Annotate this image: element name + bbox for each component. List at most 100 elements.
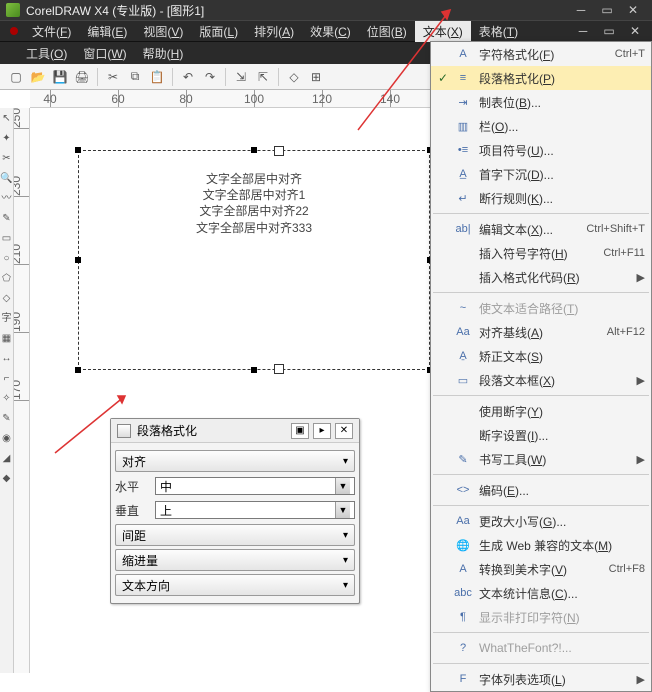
menuitem-段落格式化(P)[interactable]: ✓≡段落格式化(P)	[431, 66, 651, 90]
menu-1[interactable]: 编辑(E)	[79, 21, 135, 42]
handle-bl[interactable]	[75, 367, 81, 373]
handle-l[interactable]	[75, 257, 81, 263]
menuitem-插入符号字符(H)[interactable]: 插入符号字符(H)Ctrl+F11	[431, 241, 651, 265]
menuitem-更改大小写(G)...[interactable]: Aa更改大小写(G)...	[431, 509, 651, 533]
menuitem-label: 转换到美术字(V)	[479, 561, 609, 578]
undo-button[interactable]: ↶	[178, 67, 198, 87]
section-direction[interactable]: 文本方向▾	[115, 574, 355, 596]
new-button[interactable]: ▢	[6, 67, 26, 87]
zoom-tool[interactable]: 🔍	[1, 170, 13, 188]
menuitem-首字下沉(D)...[interactable]: A̲首字下沉(D)...	[431, 162, 651, 186]
section-align[interactable]: 对齐▾	[115, 450, 355, 472]
rect-tool[interactable]: ▭	[1, 230, 13, 248]
menuitem-生成 Web 兼容的文本(M)[interactable]: 🌐生成 Web 兼容的文本(M)	[431, 533, 651, 557]
crop-tool[interactable]: ✂	[1, 150, 13, 168]
docker-close[interactable]: ✕	[335, 423, 353, 439]
paste-button[interactable]: 📋	[147, 67, 167, 87]
dimension-tool[interactable]: ↔	[1, 350, 13, 368]
close-button[interactable]: ✕	[620, 2, 646, 18]
frame-icon: ▭	[453, 372, 473, 388]
text-tool[interactable]: 字	[1, 310, 13, 328]
menuitem-插入格式化代码(R)[interactable]: 插入格式化代码(R)▶	[431, 265, 651, 289]
menuitem-label: 段落文本框(X)	[479, 372, 637, 389]
maximize-button[interactable]: ▭	[594, 2, 620, 18]
shape-tool[interactable]: ✦	[1, 130, 13, 148]
eyedropper-tool[interactable]: ✎	[1, 410, 13, 428]
cols-icon: ▥	[453, 118, 473, 134]
handle-t[interactable]	[251, 147, 257, 153]
menuitem-制表位(B)...[interactable]: ⇥制表位(B)...	[431, 90, 651, 114]
export-button[interactable]: ⇱	[253, 67, 273, 87]
mdi-btn-2[interactable]: ✕	[622, 23, 648, 39]
vert-select[interactable]: 上▼	[155, 501, 355, 519]
pick-tool[interactable]: ↖	[1, 110, 13, 128]
minimize-button[interactable]: ─	[568, 2, 594, 18]
smart-tool[interactable]: ✎	[1, 210, 13, 228]
docker-menu[interactable]: ▸	[313, 423, 331, 439]
menuitem-转换到美术字(V)[interactable]: A转换到美术字(V)Ctrl+F8	[431, 557, 651, 581]
wtf-icon: ?	[453, 640, 473, 656]
fill-tool[interactable]: ◢	[1, 450, 13, 468]
menuitem-书写工具(W)[interactable]: ✎书写工具(W)▶	[431, 447, 651, 471]
menuitem-栏(O)...[interactable]: ▥ 栏(O)...	[431, 114, 651, 138]
import-button[interactable]: ⇲	[231, 67, 251, 87]
polygon-tool[interactable]: ⬠	[1, 270, 13, 288]
base-icon: Aa	[453, 324, 473, 340]
menuitem-断字设置(I)...[interactable]: 断字设置(I)...	[431, 423, 651, 447]
basic-shapes-tool[interactable]: ◇	[1, 290, 13, 308]
copy-button[interactable]: ⧉	[125, 67, 145, 87]
menuitem-对齐基线(A)[interactable]: Aa对齐基线(A)Alt+F12	[431, 320, 651, 344]
text-content[interactable]: 文字全部居中对齐 文字全部居中对齐1 文字全部居中对齐22 文字全部居中对齐33…	[79, 151, 429, 236]
textflow-top[interactable]	[274, 146, 284, 156]
handle-tl[interactable]	[75, 147, 81, 153]
cut-button[interactable]: ✂	[103, 67, 123, 87]
record-indicator	[10, 27, 18, 35]
connector-tool[interactable]: ⌐	[1, 370, 13, 388]
handle-b[interactable]	[251, 367, 257, 373]
menu-4[interactable]: 排列(A)	[246, 21, 302, 42]
menu2-0[interactable]: 工具(O)	[18, 43, 75, 64]
menu-8[interactable]: 表格(T)	[471, 21, 526, 42]
print-button[interactable]: 🖨	[72, 67, 92, 87]
mdi-btn-0[interactable]: ─	[570, 23, 596, 39]
section-spacing[interactable]: 间距▾	[115, 524, 355, 546]
menuitem-字体列表选项(L)[interactable]: F字体列表选项(L)▶	[431, 667, 651, 691]
menuitem-断行规则(K)...[interactable]: ↵断行规则(K)...	[431, 186, 651, 210]
redo-button[interactable]: ↷	[200, 67, 220, 87]
menuitem-label: 栏(O)...	[479, 118, 645, 135]
menuitem-项目符号(U)...[interactable]: •≡项目符号(U)...	[431, 138, 651, 162]
mdi-btn-1[interactable]: ▭	[596, 23, 622, 39]
interactive-fill-tool[interactable]: ◆	[1, 470, 13, 488]
section-indent[interactable]: 缩进量▾	[115, 549, 355, 571]
docker-titlebar[interactable]: 段落格式化 ▣ ▸ ✕	[111, 419, 359, 443]
textflow-bottom[interactable]	[274, 364, 284, 374]
text-frame[interactable]: 文字全部居中对齐 文字全部居中对齐1 文字全部居中对齐22 文字全部居中对齐33…	[78, 150, 430, 370]
app-launcher-button[interactable]: ◇	[284, 67, 304, 87]
save-button[interactable]: 💾	[50, 67, 70, 87]
menuitem-shortcut: Ctrl+Shift+T	[586, 223, 645, 235]
menuitem-矫正文本(S)[interactable]: A̱矫正文本(S)	[431, 344, 651, 368]
effects-tool[interactable]: ✧	[1, 390, 13, 408]
menuitem-文本统计信息(C)...[interactable]: abc文本统计信息(C)...	[431, 581, 651, 605]
menu2-2[interactable]: 帮助(H)	[135, 43, 192, 64]
menuitem-编辑文本(X)...[interactable]: ab|编辑文本(X)...Ctrl+Shift+T	[431, 217, 651, 241]
horiz-select[interactable]: 中▼	[155, 477, 355, 495]
menuitem-段落文本框(X)[interactable]: ▭段落文本框(X)▶	[431, 368, 651, 392]
menu-3[interactable]: 版面(L)	[191, 21, 246, 42]
web-icon: 🌐	[453, 537, 473, 553]
open-button[interactable]: 📂	[28, 67, 48, 87]
menu-0[interactable]: 文件(F)	[24, 21, 79, 42]
docker-collapse[interactable]: ▣	[291, 423, 309, 439]
vert-label: 垂直	[115, 502, 155, 519]
menuitem-字符格式化(F)[interactable]: A字符格式化(F)Ctrl+T	[431, 42, 651, 66]
menu2-1[interactable]: 窗口(W)	[75, 43, 134, 64]
menu-2[interactable]: 视图(V)	[135, 21, 191, 42]
menuitem-label: 矫正文本(S)	[479, 348, 645, 365]
ellipse-tool[interactable]: ○	[1, 250, 13, 268]
menuitem-编码(E)...[interactable]: <>编码(E)...	[431, 478, 651, 502]
table-tool[interactable]: ▦	[1, 330, 13, 348]
menuitem-使用断字(Y)[interactable]: 使用断字(Y)	[431, 399, 651, 423]
welcome-button[interactable]: ⊞	[306, 67, 326, 87]
outline-tool[interactable]: ◉	[1, 430, 13, 448]
freehand-tool[interactable]: 〰	[1, 190, 13, 208]
